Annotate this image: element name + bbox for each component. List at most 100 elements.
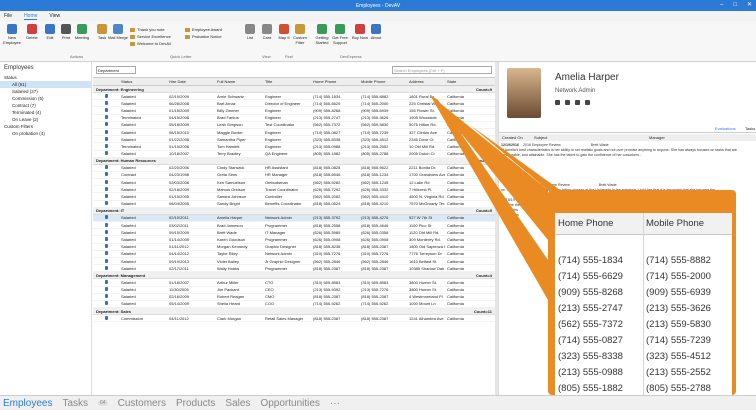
search-input[interactable]: Search Employees (Ctrl + F) xyxy=(392,65,492,74)
tab-tasks[interactable]: Tasks xyxy=(745,126,755,131)
table-row[interactable]: Salaried 02/17/2011 Wally Hobbs Programmer (… xyxy=(93,265,495,273)
nav-item[interactable]: All (51) xyxy=(0,81,91,88)
group-by-select[interactable]: Department xyxy=(96,65,136,74)
column-header[interactable]: Title xyxy=(263,79,311,84)
table-row[interactable]: Salaried 08/15/2010 Maggie Boxter Engineer (… xyxy=(93,129,495,137)
group-row[interactable]: Department: Sales Count=11 xyxy=(93,308,495,316)
ribbon-button-0[interactable]: New Employee xyxy=(2,24,22,45)
person-icon-cell xyxy=(93,186,119,192)
chat-icon[interactable] xyxy=(575,100,580,105)
mobile-icon[interactable] xyxy=(565,100,570,105)
minimize-icon[interactable]: – xyxy=(720,0,723,11)
table-cell: California xyxy=(447,287,464,293)
ribbon-button-14[interactable]: About xyxy=(366,24,386,40)
group-label: Department: Engineering xyxy=(96,86,144,92)
table-row[interactable]: Salaried 02/03/2008 Ken Samuelson Ombudsman… xyxy=(93,179,495,187)
table-row[interactable]: Commission 04/11/2012 Clark Morgan Retail S… xyxy=(93,315,495,323)
quick-letter-4[interactable]: Welcome to DevAV xyxy=(130,41,171,46)
table-row[interactable]: Salaried 02/19/2009 Arnie Schwartz Engineer… xyxy=(93,93,495,101)
module-2[interactable]: Customers xyxy=(118,398,166,409)
table-row[interactable]: Terminated 01/15/2008 Tom Hamlett Engineer (… xyxy=(93,143,495,151)
table-cell: Amelia Harper xyxy=(217,215,243,221)
table-row[interactable]: Contract 04/23/1998 Greta Sims HR Manager (8… xyxy=(93,172,495,180)
group-row[interactable]: Department: IT Count=9 xyxy=(93,207,495,215)
nav-item[interactable]: Salaried (27) xyxy=(0,88,91,95)
group-row[interactable]: Department: Management Count=4 xyxy=(93,272,495,280)
table-row[interactable]: Salaried 01/15/2005 Sandra Johnson Controll… xyxy=(93,193,495,201)
table-row[interactable]: Salaried 01/14/2009 Karen Goodson Programme… xyxy=(93,236,495,244)
quick-letter-2[interactable]: Service Excellence xyxy=(130,34,171,39)
tab-evaluations[interactable]: Evaluations xyxy=(715,126,736,131)
phone-icon[interactable] xyxy=(555,100,560,105)
table-row[interactable]: Salaried 02/10/2011 Amelia Harper Network A… xyxy=(93,214,495,222)
zoom-mobile-phone: (213) 555-3626 xyxy=(646,302,711,314)
table-row[interactable]: Terminated 04/15/2008 Brad Farkus Engineer (… xyxy=(93,115,495,122)
table-row[interactable]: Salaried 04/14/2012 Taylor Riley Network Ad… xyxy=(93,251,495,258)
table-row[interactable]: Salaried 05/14/2009 Sheila Heard COO (714) 5… xyxy=(93,301,495,309)
table-row[interactable]: Salaried 06/28/2008 Bart Arnaz Director of … xyxy=(93,100,495,108)
table-row[interactable]: Salaried 06/04/2005 Sandy Bright Benefits C… xyxy=(93,201,495,208)
ribbon-button-1[interactable]: Delete xyxy=(22,24,42,40)
table-cell: 1241 Alhambra Ave xyxy=(409,315,444,321)
zoom-row: (714) 555-1834 (714) 555-8882 xyxy=(555,252,732,268)
module-3[interactable]: Products xyxy=(176,398,215,409)
nav-item[interactable]: Status xyxy=(0,74,91,81)
ribbon-button-4[interactable]: Meeting xyxy=(72,24,92,40)
module-6[interactable]: ··· xyxy=(330,398,340,409)
employee-title: Network Admin xyxy=(555,88,596,94)
tab-1[interactable]: Home xyxy=(24,13,38,20)
table-row[interactable]: Salaried 02/18/2009 Marcus Orbison Travel C… xyxy=(93,186,495,194)
column-header[interactable]: Mobile Phone xyxy=(359,79,407,84)
column-header[interactable]: Status xyxy=(119,79,167,84)
ribbon-button-6[interactable]: Mail Merge xyxy=(108,24,128,40)
maximize-icon[interactable]: □ xyxy=(733,0,737,11)
quick-letter-1[interactable]: Employee Award xyxy=(185,27,222,32)
column-header[interactable]: Full Name xyxy=(215,79,263,84)
ribbon-button-12[interactable]: Get Free Support xyxy=(330,24,350,45)
module-1[interactable]: Tasks xyxy=(62,398,88,409)
letter-icon xyxy=(185,34,190,39)
nav-item[interactable]: Contract (7) xyxy=(0,102,91,109)
quick-letter-3[interactable]: Probation Notice xyxy=(185,34,222,39)
nav-item[interactable]: On Leave (2) xyxy=(0,116,91,123)
evaluation-row[interactable]: 12/19/2016 2016 Employee Review Brett Wa… xyxy=(501,143,753,158)
column-header[interactable]: Address xyxy=(407,79,445,84)
table-row[interactable]: Salaried 02/16/2009 Robert Reagan CMO (818) … xyxy=(93,294,495,301)
table-row[interactable]: Salaried 09/19/2013 Violet Bailey Jr Graphi… xyxy=(93,258,495,266)
column-header[interactable]: State xyxy=(445,79,495,84)
table-row[interactable]: Salaried 02/20/2006 Cindy Stanwick HR Assis… xyxy=(93,165,495,172)
nav-item[interactable]: Commission (5) xyxy=(0,95,91,102)
zoom-mobile-phone: (213) 555-2552 xyxy=(646,366,711,378)
quick-letter-0[interactable]: Thank you note xyxy=(130,27,165,32)
table-row[interactable]: Salaried 01/11/2012 Morgan Kennedy Graphic … xyxy=(93,244,495,251)
table-row[interactable]: Salaried 03/02/2011 Brad Jameson Programmer… xyxy=(93,222,495,230)
table-cell: Brett Wade xyxy=(217,229,237,235)
close-icon[interactable]: ✕ xyxy=(747,0,752,11)
table-row[interactable]: Salaried 11/30/2005 Jim Packard CEO (213) 55… xyxy=(93,287,495,294)
table-row[interactable]: Salaried 01/22/2008 Samantha Piper Engineer… xyxy=(93,136,495,144)
table-cell: California xyxy=(447,129,464,135)
person-icon xyxy=(105,222,108,227)
table-cell: Benefits Coordinator xyxy=(265,201,302,207)
table-row[interactable]: Salaried 10/18/2007 Terry Bradley QA Engine… xyxy=(93,151,495,158)
module-0[interactable]: Employees xyxy=(3,398,52,409)
column-header[interactable]: Hire Date xyxy=(167,79,215,84)
table-row[interactable]: Salaried 05/18/2009 Leah Simpson Test Coord… xyxy=(93,122,495,129)
table-row[interactable]: Salaried 01/18/2007 Arthur Miller CTO (310) … xyxy=(93,279,495,287)
tab-2[interactable]: View xyxy=(49,13,60,19)
module-5[interactable]: Opportunities xyxy=(260,398,319,409)
group-row[interactable]: Department: Engineering Count=9 xyxy=(93,86,495,93)
group-row[interactable]: Department: Human Resources Count=6 xyxy=(93,157,495,165)
table-row[interactable]: Salaried 09/15/2009 Brett Wade IT Manager (6… xyxy=(93,229,495,237)
table-cell: 02/03/2008 xyxy=(169,179,190,185)
tab-0[interactable]: File xyxy=(4,13,12,19)
nav-item[interactable]: On probation (4) xyxy=(0,130,91,137)
table-row[interactable]: Salaried 01/15/2009 Billy Zimmer Engineer (9… xyxy=(93,107,495,115)
module-4[interactable]: Sales xyxy=(225,398,250,409)
nav-item[interactable]: Custom Filters xyxy=(0,123,91,130)
nav-item[interactable]: Terminated (4) xyxy=(0,109,91,116)
ribbon-button-10[interactable]: Custom Filter xyxy=(290,24,310,45)
ribbon-button-11[interactable]: Getting Started xyxy=(312,24,332,45)
column-header[interactable]: Home Phone xyxy=(311,79,359,84)
mail-icon[interactable] xyxy=(585,100,590,105)
